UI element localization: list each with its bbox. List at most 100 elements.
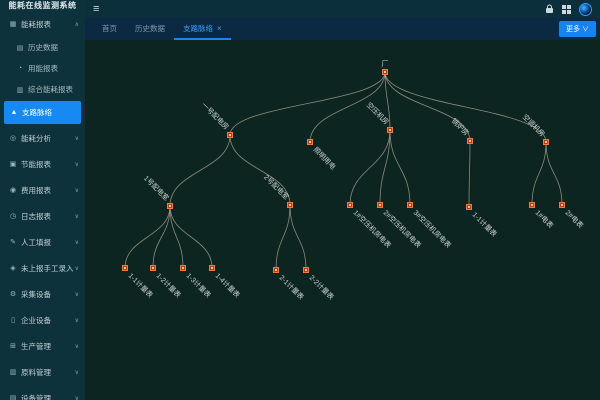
- tab-label: 首页: [102, 23, 117, 34]
- app-title: 能耗在线监测系统: [0, 0, 85, 11]
- tree-node-label: 2#电表: [564, 208, 586, 230]
- sidebar-item-manual-fill[interactable]: ✎人工填报 ∨: [0, 229, 85, 255]
- chevron-up-icon: ∧: [75, 21, 79, 28]
- tree-node-label: 空压机房: [365, 100, 391, 126]
- lock-icon[interactable]: [545, 4, 554, 14]
- tree-node-label: 厂: [382, 60, 389, 68]
- tree-edge: [385, 72, 470, 141]
- sidebar-item-label: 综合能耗报表: [28, 84, 73, 95]
- tree-node-label: 1-2计量表: [155, 271, 183, 299]
- tree-node-label: 锅炉房: [450, 116, 471, 137]
- production-icon: ⊞: [8, 342, 18, 350]
- sidebar-item-comprehensive-energy-report[interactable]: ▥综合能耗报表: [0, 79, 85, 100]
- tree-node-label: 1号配电室: [142, 173, 171, 202]
- sidebar-item-label: 企业设备: [21, 315, 51, 326]
- tree-node[interactable]: 厂: [382, 60, 389, 75]
- top-bar: ≡: [85, 0, 600, 18]
- tree-node[interactable]: 1号配电室: [142, 173, 172, 208]
- sidebar-item-label: 未上报手工录入: [21, 263, 74, 274]
- tree-node[interactable]: 1#电表: [530, 203, 556, 230]
- tab-label: 支路脉络: [183, 23, 213, 34]
- tree-node[interactable]: 空调机房: [521, 112, 549, 144]
- chevron-down-icon: ∨: [75, 343, 79, 350]
- tree-edge: [170, 206, 183, 268]
- sidebar-item-label: 能耗分析: [21, 133, 51, 144]
- sidebar-item-collection-devices[interactable]: ⚙采集设备∨: [0, 281, 85, 307]
- cost-icon: ◉: [8, 186, 18, 194]
- sidebar-item-label: 节能报表: [21, 159, 51, 170]
- tree-node[interactable]: 1-4计量表: [210, 266, 242, 300]
- tree-node[interactable]: 2-1计量表: [274, 268, 306, 302]
- sidebar-item-cost-report[interactable]: ◉费用报表 ∨: [0, 177, 85, 203]
- analysis-icon: ◎: [8, 134, 18, 142]
- sidebar-item-energy-saving-report[interactable]: ▣节能报表 ∨: [0, 151, 85, 177]
- tree-edge: [469, 141, 470, 207]
- branch-icon: ▲: [9, 109, 19, 116]
- tree-node-label: 2号配电室: [262, 172, 291, 201]
- more-button[interactable]: 更多 ∨: [559, 21, 596, 37]
- tree-node[interactable]: 2-2计量表: [304, 268, 336, 302]
- apps-grid-icon[interactable]: [562, 5, 571, 14]
- sidebar-item-label: 用能报表: [28, 63, 58, 74]
- sidebar-item-energy-report[interactable]: ▦能耗报表∧: [0, 11, 85, 37]
- sidebar-item-label: 费用报表: [21, 185, 51, 196]
- tab-branch-network[interactable]: 支路脉络 ×: [174, 18, 231, 40]
- tree-node[interactable]: 一号配电房: [200, 100, 233, 137]
- sidebar-item-energy-usage-report[interactable]: ◔用能报表: [0, 58, 85, 79]
- tree-node[interactable]: 锅炉房: [450, 116, 473, 143]
- tree-edge: [290, 205, 306, 270]
- saving-icon: ▣: [8, 160, 18, 168]
- chevron-down-icon: ∨: [75, 317, 79, 324]
- hamburger-menu-icon[interactable]: ≡: [93, 4, 99, 15]
- sidebar-item-history-data[interactable]: ▤历史数据: [0, 37, 85, 58]
- tree-node-label: 1-3计量表: [185, 271, 213, 299]
- chevron-down-icon: ∨: [75, 161, 79, 168]
- chevron-down-icon: ∨: [75, 187, 79, 194]
- tab-home[interactable]: 首页: [93, 18, 126, 40]
- equipment-icon: ▤: [8, 394, 18, 400]
- tree-node-label: 2-2计量表: [308, 273, 336, 301]
- report-icon: ▦: [8, 20, 18, 28]
- tab-bar: 首页 历史数据 支路脉络 × 更多 ∨: [85, 18, 600, 40]
- sidebar-item-equipment-management[interactable]: ▤设备管理 ∨: [0, 385, 85, 400]
- tree-edge: [276, 205, 290, 270]
- summary-icon: ▥: [15, 86, 25, 94]
- tree-node-label: 1#电表: [534, 208, 556, 230]
- close-tab-icon[interactable]: ×: [217, 24, 222, 33]
- tree-node[interactable]: 照明用电: [308, 140, 338, 172]
- sidebar-item-label: 设备管理: [21, 393, 51, 400]
- tab-label: 历史数据: [135, 23, 165, 34]
- sidebar-menu: ▦能耗报表∧▤历史数据◔用能报表▥综合能耗报表▲支路脉络◎能耗分析∨▣节能报表∨…: [0, 11, 85, 400]
- chevron-down-icon: ∨: [75, 135, 79, 142]
- chevron-down-icon: ∨: [75, 395, 79, 400]
- log-icon: ◷: [8, 212, 18, 220]
- sidebar-item-label: 人工填报: [21, 237, 51, 248]
- branch-network-canvas: 厂一号配电房 1号配电室 1-1计量表 1-2计量表1-3计量表1-4计量表 2号配电室…: [85, 40, 600, 400]
- sidebar-item-label: 支路脉络: [22, 107, 52, 118]
- sidebar-item-enterprise-devices[interactable]: ▯企业设备 ∨: [0, 307, 85, 333]
- sidebar-item-label: 历史数据: [28, 42, 58, 53]
- tree-edge: [546, 142, 562, 205]
- manual-icon: ✎: [8, 238, 18, 246]
- sidebar-item-branch-network[interactable]: ▲支路脉络: [4, 101, 81, 124]
- tree-node-label: 照明用电: [312, 145, 338, 171]
- sidebar-item-energy-analysis[interactable]: ◎能耗分析 ∨: [0, 125, 85, 151]
- sidebar-item-log-report[interactable]: ◷日志报表∨: [0, 203, 85, 229]
- history-icon: ▤: [15, 44, 25, 52]
- tree-node[interactable]: 1-2计量表: [151, 266, 183, 300]
- tab-history-data[interactable]: 历史数据: [126, 18, 174, 40]
- chevron-down-icon: ∨: [75, 239, 79, 246]
- tree-node[interactable]: 1-1计量表: [467, 205, 499, 239]
- tree-node-label: 2-1计量表: [278, 273, 306, 301]
- tree-node[interactable]: 1-3计量表: [181, 266, 213, 300]
- sidebar-item-label: 生产管理: [21, 341, 51, 352]
- tree-node[interactable]: 2号配电室: [262, 172, 292, 207]
- sidebar-item-material-management[interactable]: ▥原料管理∨: [0, 359, 85, 385]
- device-icon: ▯: [8, 316, 18, 324]
- tree-edge: [230, 72, 385, 135]
- user-avatar[interactable]: [579, 3, 592, 16]
- chevron-down-icon: ∨: [75, 291, 79, 298]
- sidebar-item-unreported-manual-entry[interactable]: ◈未上报手工录入∨: [0, 255, 85, 281]
- sidebar-item-production-management[interactable]: ⊞生产管理 ∨: [0, 333, 85, 359]
- tree-node[interactable]: 2#电表: [560, 203, 586, 230]
